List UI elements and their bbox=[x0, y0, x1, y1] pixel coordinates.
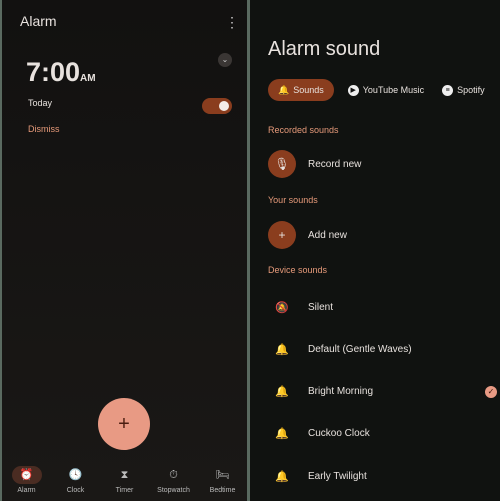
row-label: Silent bbox=[308, 302, 334, 313]
clock-icon: 🕓 bbox=[68, 469, 83, 481]
sound-item[interactable]: 🔔 Early Twilight bbox=[268, 470, 367, 483]
nav-label: Bedtime bbox=[209, 487, 236, 494]
tab-sounds[interactable]: 🔔 Sounds bbox=[268, 79, 334, 101]
bell-icon: 🔔 bbox=[278, 84, 290, 95]
check-icon: ✓ bbox=[485, 386, 497, 398]
record-new-button[interactable]: 🎙 Record new bbox=[268, 150, 361, 178]
nav-stopwatch[interactable]: ⏱ Stopwatch bbox=[150, 462, 198, 501]
alarm-icon: ⏰ bbox=[11, 466, 42, 484]
recorded-sounds-header: Recorded sounds bbox=[268, 125, 339, 135]
mic-icon: 🎙 bbox=[268, 150, 296, 178]
row-label: Default (Gentle Waves) bbox=[308, 344, 412, 355]
spotify-icon: ≡ bbox=[442, 84, 454, 96]
row-label: Cuckoo Clock bbox=[308, 428, 370, 439]
stopwatch-icon: ⏱ bbox=[169, 469, 178, 481]
page-title: Alarm sound bbox=[268, 38, 381, 60]
youtube-music-icon: ▶ bbox=[347, 84, 359, 96]
chevron-down-icon[interactable]: ⌄ bbox=[218, 53, 232, 67]
add-alarm-button[interactable]: + bbox=[98, 398, 150, 450]
tab-label: Spotify bbox=[457, 85, 485, 95]
sound-item[interactable]: 🔔 Cuckoo Clock bbox=[268, 427, 370, 440]
alarm-day: Today bbox=[28, 98, 53, 108]
toggle-knob bbox=[219, 101, 229, 111]
dismiss-button[interactable]: Dismiss bbox=[28, 124, 60, 134]
row-label: Record new bbox=[308, 158, 362, 170]
tab-label: Sounds bbox=[293, 85, 324, 95]
nav-timer[interactable]: ⧗ Timer bbox=[101, 462, 149, 501]
ampm: AM bbox=[80, 73, 96, 84]
hourglass-icon: ⧗ bbox=[120, 469, 129, 481]
add-new-button[interactable]: + Add new bbox=[268, 221, 347, 249]
alarm-screen: Alarm ⋮ 7:00AM ⌄ Today Dismiss + ⏰ Alarm … bbox=[2, 0, 247, 501]
nav-label: Stopwatch bbox=[157, 487, 190, 494]
bell-icon: 🔔 bbox=[275, 344, 289, 356]
nav-alarm[interactable]: ⏰ Alarm bbox=[3, 462, 51, 501]
sound-item[interactable]: 🔕 Silent bbox=[268, 301, 333, 314]
alarm-time[interactable]: 7:00AM bbox=[26, 57, 96, 88]
bottom-nav: ⏰ Alarm 🕓 Clock ⧗ Timer ⏱ Stopwatch 🛏 Bedtime bbox=[2, 462, 247, 501]
nav-bedtime[interactable]: 🛏 Bedtime bbox=[199, 462, 247, 501]
nav-label: Timer bbox=[115, 487, 134, 494]
bell-icon: 🔔 bbox=[275, 471, 289, 483]
bell-icon: 🔔 bbox=[275, 386, 289, 398]
tab-spotify[interactable]: ≡ Spotify bbox=[438, 79, 489, 101]
your-sounds-header: Your sounds bbox=[268, 195, 318, 205]
time-value: 7:00 bbox=[26, 57, 81, 87]
more-vert-icon[interactable]: ⋮ bbox=[225, 14, 239, 31]
page-title: Alarm bbox=[20, 13, 57, 29]
tab-youtube-music[interactable]: ▶ YouTube Music bbox=[344, 79, 428, 101]
row-label: Add new bbox=[308, 229, 347, 241]
sound-item[interactable]: 🔔 Default (Gentle Waves) bbox=[268, 343, 412, 356]
alarm-toggle[interactable] bbox=[202, 98, 232, 114]
row-label: Early Twilight bbox=[308, 471, 367, 482]
tab-label: YouTube Music bbox=[362, 85, 425, 95]
nav-label: Alarm bbox=[17, 487, 36, 494]
plus-icon: + bbox=[268, 221, 296, 249]
bell-icon: 🔔 bbox=[275, 428, 289, 440]
bell-off-icon: 🔕 bbox=[275, 302, 289, 314]
bed-icon: 🛏 bbox=[215, 469, 230, 481]
source-tabs: 🔔 Sounds ▶ YouTube Music ≡ Spotify bbox=[268, 79, 489, 101]
nav-clock[interactable]: 🕓 Clock bbox=[52, 462, 100, 501]
nav-label: Clock bbox=[66, 487, 85, 494]
row-label: Bright Morning bbox=[308, 386, 374, 397]
sound-item[interactable]: 🔔 Bright Morning bbox=[268, 385, 373, 398]
alarm-sound-screen: Alarm sound 🔔 Sounds ▶ YouTube Music ≡ Spot… bbox=[250, 0, 500, 501]
device-sounds-header: Device sounds bbox=[268, 265, 328, 275]
